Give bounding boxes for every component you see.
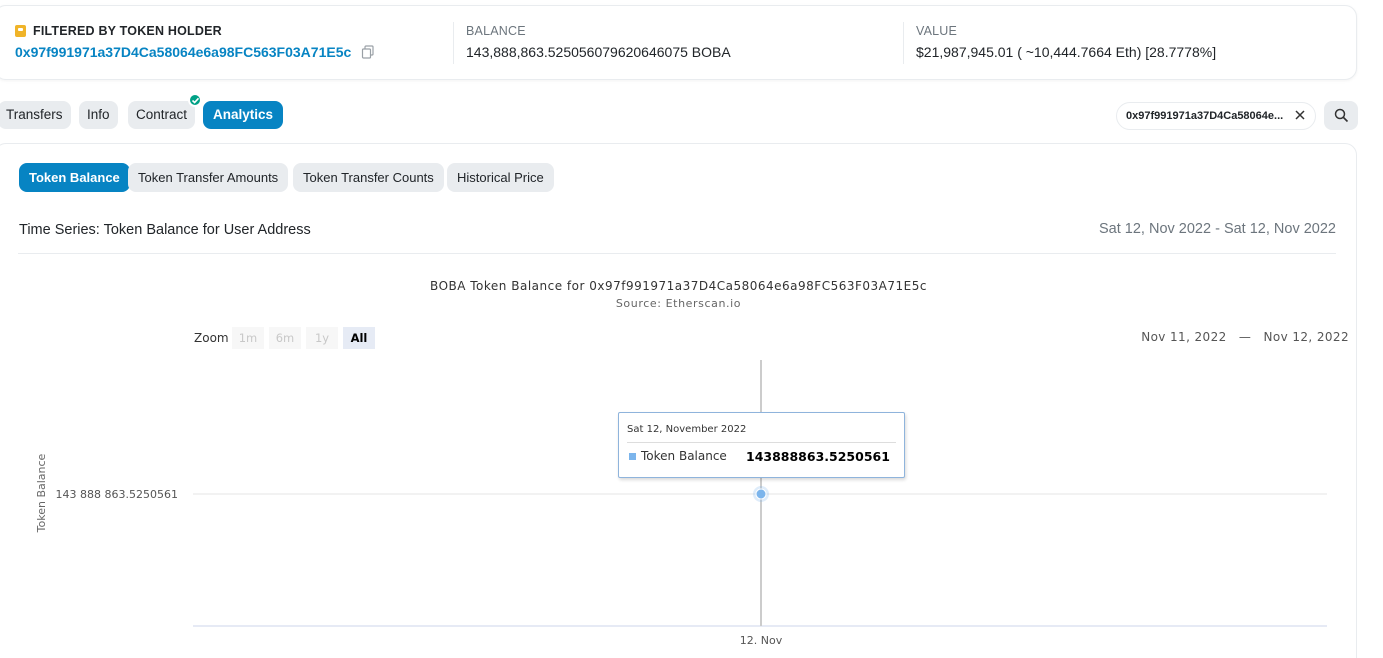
search-icon: [1334, 108, 1349, 123]
verified-check-icon: [188, 93, 202, 107]
holder-icon: [15, 25, 26, 37]
tooltip-divider: [627, 442, 896, 443]
zoom-1m-button[interactable]: 1m: [232, 327, 264, 349]
tab-info[interactable]: Info: [79, 101, 118, 129]
chart-subtitle: Source: Etherscan.io: [615, 297, 742, 310]
zoom-all-button[interactable]: All: [343, 327, 375, 349]
zoom-6m-button[interactable]: 6m: [269, 327, 301, 349]
balance-label: BALANCE: [466, 24, 526, 38]
address-filter-chip: 0x97f991971a37D4Ca58064e...: [1116, 102, 1316, 130]
timeseries-title: Time Series: Token Balance for User Addr…: [19, 222, 311, 238]
subtab-token-transfer-counts[interactable]: Token Transfer Counts: [293, 163, 444, 192]
token-balance-chart: 143 888 863.5250561 Token Balance 12. Nov: [35, 360, 1327, 647]
data-point: [755, 488, 767, 500]
range-dash: —: [1238, 330, 1252, 344]
y-axis-title: Token Balance: [35, 453, 48, 533]
summary-divider: [903, 22, 904, 64]
tab-transfers[interactable]: Transfers: [0, 101, 71, 129]
chart-title: BOBA Token Balance for 0x97f991971a37D4C…: [430, 279, 927, 293]
timeseries-range: Sat 12, Nov 2022 - Sat 12, Nov 2022: [1099, 221, 1336, 237]
copy-icon[interactable]: [361, 45, 375, 59]
x-tick-label: 12. Nov: [740, 634, 783, 647]
zoom-1y-button[interactable]: 1y: [306, 327, 338, 349]
holder-label-row: FILTERED BY TOKEN HOLDER: [15, 24, 375, 38]
token-holder-summary: FILTERED BY TOKEN HOLDER 0x97f991971a37D…: [0, 5, 1357, 80]
subtab-token-transfer-amounts[interactable]: Token Transfer Amounts: [128, 163, 289, 192]
value-value: $21,987,945.01 ( ~10,444.7664 Eth) [28.7…: [916, 44, 1217, 60]
search-button[interactable]: [1324, 101, 1358, 130]
subtab-historical-price[interactable]: Historical Price: [447, 163, 554, 192]
y-tick-label: 143 888 863.5250561: [56, 488, 178, 501]
tooltip-date: Sat 12, November 2022: [627, 424, 747, 435]
zoom-label: Zoom: [194, 331, 229, 345]
summary-divider: [453, 22, 454, 64]
range-to[interactable]: Nov 12, 2022: [1264, 330, 1349, 344]
subtab-token-balance[interactable]: Token Balance: [19, 163, 130, 192]
tab-contract[interactable]: Contract: [128, 101, 196, 129]
holder-address-row: 0x97f991971a37D4Ca58064e6a98FC563F03A71E…: [15, 44, 375, 60]
range-from[interactable]: Nov 11, 2022: [1141, 330, 1226, 344]
holder-label: FILTERED BY TOKEN HOLDER: [33, 24, 222, 38]
tab-analytics[interactable]: Analytics: [203, 101, 284, 129]
tooltip-series-name: Token Balance: [641, 449, 727, 463]
tooltip-value: 143888863.5250561: [746, 449, 890, 464]
chart-date-range: Nov 11, 2022 — Nov 12, 2022: [1141, 330, 1349, 344]
tooltip-series-marker: [629, 453, 636, 460]
chart-tooltip: Sat 12, November 2022 Token Balance 1438…: [618, 412, 905, 478]
holder-address-link[interactable]: 0x97f991971a37D4Ca58064e6a98FC563F03A71E…: [15, 44, 351, 60]
section-divider: [18, 253, 1336, 254]
close-icon[interactable]: [1293, 108, 1307, 122]
value-label: VALUE: [916, 24, 958, 38]
balance-value: 143,888,863.525056079620646075 BOBA: [466, 44, 731, 60]
